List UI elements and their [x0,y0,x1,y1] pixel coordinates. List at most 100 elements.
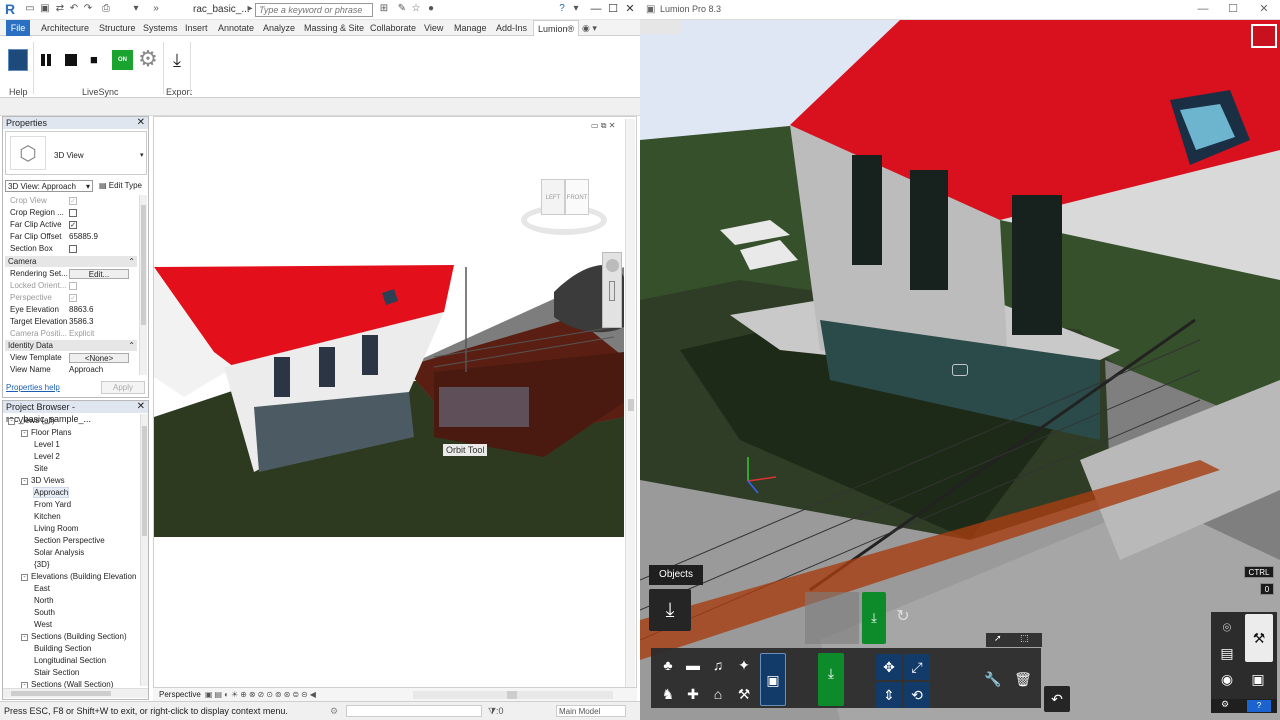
camera-group-header[interactable]: Camera ⌃ [5,256,137,267]
browser-horizontal-scrollbar[interactable] [3,688,148,698]
star-icon[interactable]: ☆ [410,3,422,15]
worksets-icon[interactable]: ⚙ [330,702,338,720]
refresh-model-icon[interactable]: ↻ [890,604,916,630]
tree-node[interactable]: - Floor Plans [21,427,71,438]
rotate-icon[interactable]: ⟲ [904,682,930,708]
delete-icon[interactable]: 🗑 [1010,666,1036,692]
tree-node[interactable]: Section Perspective [34,535,105,546]
open-icon[interactable]: ▭ [24,3,36,15]
view-vertical-scrollbar[interactable] [625,119,635,689]
maximize-button[interactable]: ☐ [1226,2,1240,16]
view-horizontal-scrollbar[interactable] [413,691,613,699]
tab-add-ins[interactable]: Add-Ins [496,20,527,36]
viewcube-left-face[interactable]: LEFT [541,179,565,215]
properties-help-link[interactable]: Properties help [6,383,60,392]
undo-icon[interactable]: ↶ [68,3,80,15]
binoculars-icon[interactable]: ⊞ [378,3,390,15]
expand-toggle-icon[interactable]: - [21,430,28,437]
tree-node[interactable]: Solar Analysis [34,547,84,558]
zoom-icon[interactable] [609,281,615,301]
expand-toggle-icon[interactable]: - [21,574,28,581]
checkbox[interactable] [69,245,77,253]
undo-icon[interactable]: ↶ [1044,686,1070,712]
tab-massing-site[interactable]: Massing & Site [304,20,364,36]
redo-icon[interactable]: ↷ [82,3,94,15]
checkbox[interactable] [69,209,77,217]
objects-tab[interactable]: Objects [649,565,703,585]
tree-node[interactable]: Level 2 [34,451,60,462]
browser-vertical-scrollbar[interactable] [140,414,148,686]
tab-architecture[interactable]: Architecture [41,20,89,36]
tree-node[interactable]: North [34,595,54,606]
settings-gear-icon[interactable]: ⚙ [137,48,159,70]
tree-node[interactable]: Level 1 [34,439,60,450]
tree-node[interactable]: Longitudinal Section [34,655,106,666]
sound-icon[interactable]: ♫ [705,652,731,678]
view-mode[interactable]: Perspective [159,688,201,701]
design-option-select[interactable]: Main Model [556,705,626,717]
help-icon[interactable]: ? [556,3,568,15]
edit-type-button[interactable]: ▤ Edit Type [99,181,142,190]
prop-value[interactable]: 65885.9 [69,231,135,243]
imported-models-icon[interactable]: ▣ [760,653,786,706]
viewcube-front-face[interactable]: FRONT [565,179,589,215]
expand-toggle-icon[interactable]: - [8,418,15,425]
transport-icon[interactable]: ▬ [680,652,706,678]
add-object-icon[interactable]: ⤓ [818,653,844,706]
photo-mode-icon[interactable]: ⌾ [1214,614,1240,640]
tree-node[interactable]: - Views (all) [8,415,55,426]
stop-icon[interactable] [65,54,77,66]
expand-toggle-icon[interactable]: - [21,634,28,641]
prop-value[interactable]: 8863.6 [69,304,135,316]
tab-lumion[interactable]: Lumion® [533,20,580,36]
tab-systems[interactable]: Systems [143,20,178,36]
tree-node[interactable]: East [34,583,50,594]
viewcube[interactable]: LEFT FRONT [519,173,609,243]
workset-select[interactable] [346,705,482,717]
close-icon[interactable]: ✕ [137,401,145,413]
scale-icon[interactable]: ⤢ [904,654,930,680]
revit-logo-icon[interactable]: R [5,2,17,17]
nature-icon[interactable]: ♣ [655,652,681,678]
help-dropdown-icon[interactable]: ▾ [570,3,582,15]
ribbon-options-icon[interactable]: ◉ ▾ [582,20,597,36]
sync-icon[interactable]: ⇄ [54,3,66,15]
subscription-icon[interactable]: ✎ [396,3,408,15]
print-icon[interactable]: ⎙ [100,3,112,15]
save-icon[interactable]: ▣ [39,3,51,15]
settings-icon[interactable]: ⚙ [1221,699,1229,710]
utilities-icon[interactable]: ⚒ [731,681,757,707]
export-icon[interactable]: ⤓ [167,50,187,70]
panorama-mode-icon[interactable]: ◉ [1214,666,1240,692]
steering-wheel-icon[interactable] [606,259,619,272]
3d-view-canvas[interactable]: ▭ ⧉ ✕ Orbit Tool LEFT FRONT [153,116,637,701]
maximize-button[interactable]: ☐ [606,2,620,16]
tree-node[interactable]: Building Section [34,643,91,654]
tab-file[interactable]: File [6,20,30,36]
minimize-button[interactable]: — [1196,2,1210,16]
filter-icon[interactable]: ⧩ [488,706,496,716]
view-control-icons[interactable]: ▣▤◐☀⊕⊗⊘⊙⊚⊛⊜⊝◀ [205,688,318,701]
wrench-icon[interactable]: 🔧 [980,666,1006,692]
tree-node[interactable]: - Elevations (Building Elevation [21,571,136,582]
tree-node[interactable]: Living Room [34,523,78,534]
more-icon[interactable]: » [150,3,162,15]
tree-node[interactable]: Site [34,463,48,474]
tree-node[interactable]: South [34,607,55,618]
box-select-icon[interactable]: ⬚ [1020,633,1029,644]
close-button[interactable]: ✕ [1257,2,1271,16]
minimize-button[interactable]: — [589,2,603,16]
user-name[interactable] [440,3,490,15]
help-button[interactable]: ? [1247,700,1271,712]
tree-node[interactable]: -3D Views [21,475,65,486]
rendering-edit-button[interactable]: Edit... [69,269,129,279]
height-icon[interactable]: ⇕ [876,682,902,708]
tab-annotate[interactable]: Annotate [218,20,254,36]
checkbox[interactable]: ✓ [69,221,77,229]
build-mode-icon[interactable]: ⚒ [1245,614,1273,662]
tree-node[interactable]: - Sections (Building Section) [21,631,127,642]
search-input[interactable] [255,3,373,17]
people-icon[interactable]: ✚ [680,681,706,707]
outdoor-icon[interactable]: ⌂ [705,681,731,707]
prop-value[interactable]: Approach [69,364,135,376]
